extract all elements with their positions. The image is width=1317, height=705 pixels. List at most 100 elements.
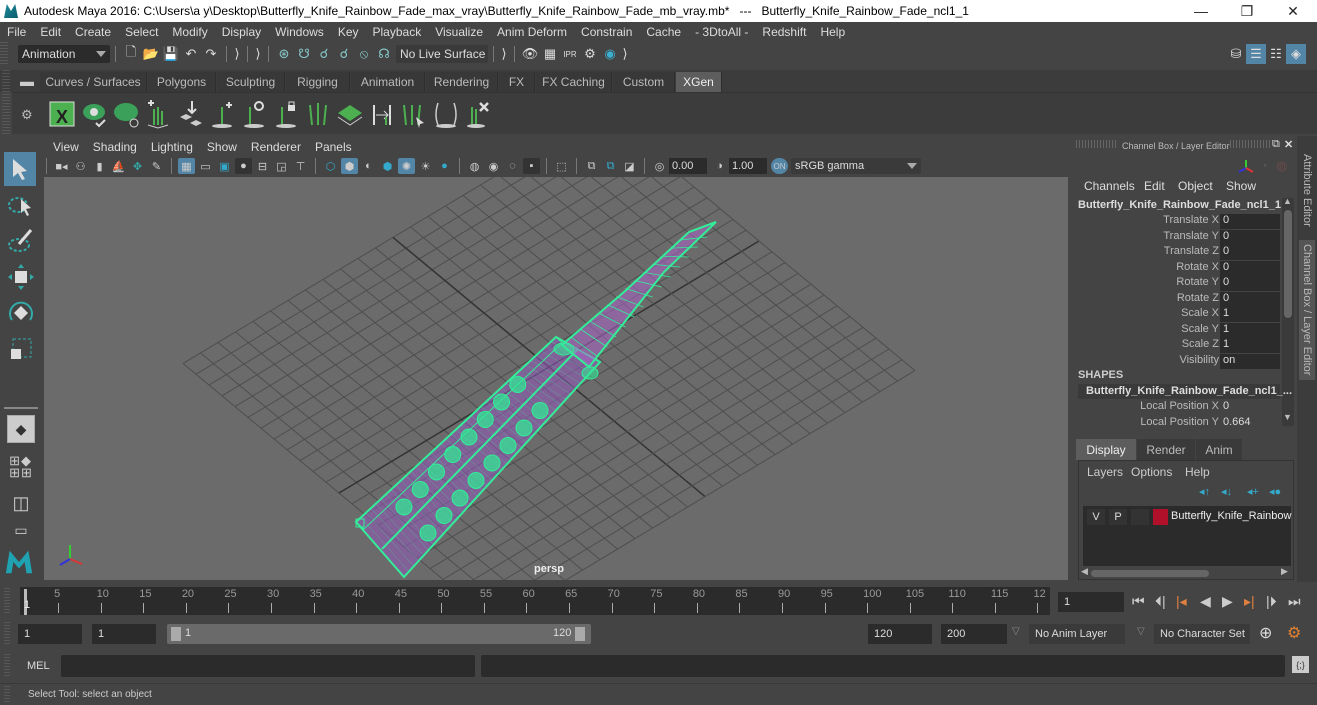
tab-render[interactable]: Render	[1137, 439, 1195, 460]
new-layer-icon[interactable]: ◂+	[1247, 485, 1259, 498]
layers-menu[interactable]: Layers	[1087, 465, 1123, 479]
screen-space-ao-icon[interactable]: ◍	[466, 158, 483, 174]
viewport-menu-view[interactable]: View	[46, 140, 86, 154]
snap-surface-icon[interactable]: ☊	[374, 44, 394, 64]
channel-value-field[interactable]: 0	[1220, 400, 1280, 415]
xgen-delete-guide-icon[interactable]	[464, 99, 492, 129]
move-layer-up-icon[interactable]: ◂↑	[1199, 485, 1210, 498]
object-name[interactable]: Butterfly_Knife_Rainbow_Fade_ncl1_1	[1078, 199, 1281, 211]
current-frame-field[interactable]: 1	[1058, 592, 1124, 612]
select-camera-icon[interactable]: ■◂	[53, 158, 70, 174]
exposure-field[interactable]: 0.00	[669, 158, 707, 174]
persp-outliner-layout-button[interactable]: ▭	[6, 520, 36, 540]
speed-icon[interactable]: ◔	[1260, 158, 1268, 173]
channel-value-field[interactable]: 0	[1220, 229, 1280, 245]
show-menu[interactable]: Show	[1226, 179, 1256, 193]
play-backward-icon[interactable]: ◀	[1200, 593, 1211, 610]
snap-live-icon[interactable]: ⦸	[354, 44, 374, 64]
channel-value-field[interactable]: 1	[1220, 338, 1280, 353]
menu-key[interactable]: Key	[331, 25, 366, 39]
gate-mask-icon[interactable]: ●	[235, 158, 252, 174]
menu-3dtoall[interactable]: - 3DtoAll -	[688, 25, 755, 39]
collapse-handle-icon[interactable]: ⟩	[253, 44, 263, 64]
channel-row[interactable]: Scale X1	[1072, 307, 1297, 322]
viewport-menu-show[interactable]: Show	[200, 140, 244, 154]
anim-layer-chevron-icon[interactable]: ▽	[1012, 626, 1020, 637]
layer-display-type-toggle[interactable]	[1131, 509, 1149, 525]
scroll-up-icon[interactable]: ▲	[1283, 196, 1292, 206]
channel-row[interactable]: Rotate Y0	[1072, 276, 1297, 291]
tab-fx-caching[interactable]: FX Caching	[536, 72, 612, 92]
channel-row[interactable]: Rotate X0	[1072, 260, 1297, 276]
anim-layer-dropdown[interactable]: No Anim Layer	[1029, 624, 1125, 644]
tab-rigging[interactable]: Rigging	[286, 72, 350, 92]
panel-grip[interactable]	[1230, 140, 1270, 148]
rotate-tool-button[interactable]	[6, 298, 36, 328]
menu-windows[interactable]: Windows	[268, 25, 331, 39]
tab-curves-surfaces[interactable]: Curves / Surfaces	[40, 72, 147, 92]
menuset-dropdown[interactable]: Animation	[18, 45, 110, 63]
perspective-viewport[interactable]: persp	[44, 177, 1068, 580]
snap-grid-icon[interactable]: ⊛	[274, 44, 294, 64]
bookmark-icon[interactable]: ▮	[91, 158, 108, 174]
menu-modify[interactable]: Modify	[165, 25, 214, 39]
close-button[interactable]: ✕	[1270, 0, 1316, 22]
shadows-icon[interactable]: ●	[436, 158, 453, 174]
script-editor-icon[interactable]: {;}	[1292, 656, 1309, 673]
script-language-toggle[interactable]: MEL	[27, 660, 50, 672]
tab-rendering[interactable]: Rendering	[426, 72, 498, 92]
xgen-guide-bend-icon[interactable]	[432, 99, 460, 129]
character-set-chevron-icon[interactable]: ▽	[1137, 626, 1145, 637]
step-back-frame-icon[interactable]: ⏴|	[1155, 593, 1166, 610]
time-slider-grip[interactable]	[4, 588, 10, 614]
color-management-toggle-icon[interactable]: ON	[771, 158, 788, 174]
layer-name[interactable]: Butterfly_Knife_Rainbow	[1171, 510, 1291, 522]
channel-box-layer-editor-tab[interactable]: Channel Box / Layer Editor	[1299, 240, 1315, 380]
animation-end-field[interactable]: 200	[941, 624, 1007, 644]
menu-redshift[interactable]: Redshift	[755, 25, 813, 39]
save-scene-icon[interactable]: 💾	[161, 44, 181, 64]
collapse-handle-icon[interactable]: ⟩	[620, 44, 630, 64]
time-slider-track[interactable]: 1 5 10 15 20 25 30 35 40 45 50 55 60 65 70 75 80 85 90 95 1…	[20, 587, 1050, 615]
range-slider[interactable]: 1 120	[167, 624, 591, 644]
viewport-menu-shading[interactable]: Shading	[86, 140, 144, 154]
channel-value-field[interactable]: on	[1220, 353, 1280, 369]
move-layer-down-icon[interactable]: ◂↓	[1221, 485, 1232, 498]
lasso-tool-button[interactable]	[6, 190, 36, 220]
tab-fx[interactable]: FX	[499, 72, 535, 92]
single-perspective-layout-button[interactable]: ◆	[7, 415, 35, 443]
hyper-icon[interactable]: ◍	[1276, 158, 1287, 174]
use-default-material-icon[interactable]: ◐	[360, 158, 377, 174]
xgen-guide-move-icon[interactable]	[176, 99, 204, 129]
move-tool-button[interactable]	[6, 262, 36, 292]
channel-box-toggle-icon[interactable]: ◈	[1286, 44, 1306, 64]
shelf-menu-icon[interactable]: ▬	[20, 73, 34, 89]
menu-constrain[interactable]: Constrain	[574, 25, 639, 39]
menu-cache[interactable]: Cache	[639, 25, 688, 39]
menu-display[interactable]: Display	[215, 25, 268, 39]
snap-point-icon[interactable]: ☌	[314, 44, 334, 64]
close-panel-icon[interactable]: ✕	[1284, 138, 1293, 151]
go-to-end-icon[interactable]: ⏭	[1288, 593, 1301, 610]
object-menu[interactable]: Object	[1178, 179, 1213, 193]
step-forward-key-icon[interactable]: ▸|	[1244, 593, 1255, 610]
scroll-left-icon[interactable]: ◀	[1081, 566, 1088, 577]
gamma-icon[interactable]: ◑	[711, 158, 728, 174]
safe-title-icon[interactable]: ⊤	[292, 158, 309, 174]
channel-value-field[interactable]: 0.664	[1220, 416, 1280, 431]
safe-action-icon[interactable]: ◲	[273, 158, 290, 174]
anti-aliasing-icon[interactable]: ◌	[504, 158, 521, 174]
motion-blur-icon[interactable]: ◉	[485, 158, 502, 174]
smooth-shade-icon[interactable]: ⬢	[341, 158, 358, 174]
render-settings-icon[interactable]: ⚙	[580, 44, 600, 64]
tab-xgen[interactable]: XGen	[676, 72, 722, 92]
help-menu[interactable]: Help	[1185, 465, 1210, 479]
play-forward-icon[interactable]: ▶	[1222, 593, 1233, 610]
channel-row[interactable]: Rotate Z0	[1072, 291, 1297, 307]
channel-row[interactable]: Visibility on	[1072, 353, 1297, 369]
layer-visibility-toggle[interactable]: V	[1087, 509, 1105, 525]
maya-home-button[interactable]	[4, 546, 34, 576]
two-pane-layout-button[interactable]: ◫	[6, 488, 36, 518]
viewport-menu-lighting[interactable]: Lighting	[144, 140, 200, 154]
xray-icon[interactable]: ⧉	[583, 158, 600, 174]
